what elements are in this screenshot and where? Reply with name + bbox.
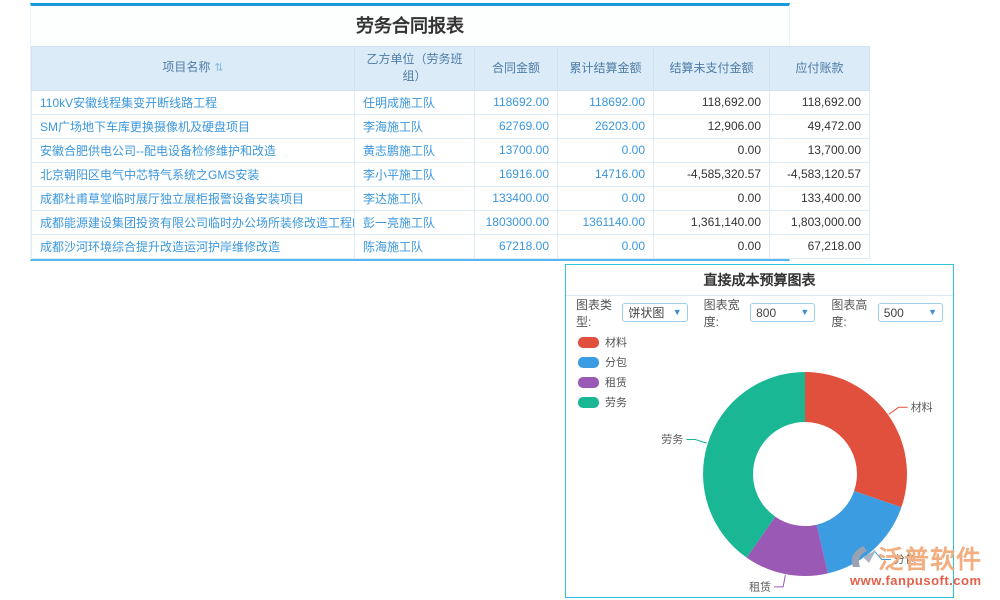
- payable-amount-cell: 1,803,000.00: [770, 210, 870, 234]
- unpaid-amount-cell: 0.00: [654, 138, 770, 162]
- team-link[interactable]: 任明成施工队: [355, 90, 475, 114]
- project-name-link[interactable]: 安徽合肥供电公司--配电设备检修维护和改造: [32, 138, 355, 162]
- payable-amount-cell: 49,472.00: [770, 114, 870, 138]
- watermark: 泛普软件 www.fanpusoft.com: [846, 540, 1000, 588]
- project-name-link[interactable]: SM广场地下车库更换摄像机及硬盘项目: [32, 114, 355, 138]
- payable-amount-cell: 13,700.00: [770, 138, 870, 162]
- unpaid-amount-cell: 1,361,140.00: [654, 210, 770, 234]
- unpaid-amount-cell: 0.00: [654, 234, 770, 258]
- settled-amount-cell[interactable]: 118692.00: [558, 90, 654, 114]
- pie-label-line: [686, 440, 706, 444]
- table-row: 成都能源建设集团投资有限公司临时办公场所装修改造工程EPC彭一亮施工队18030…: [32, 210, 870, 234]
- column-header-0[interactable]: 项目名称⇅: [32, 47, 355, 91]
- settled-amount-cell[interactable]: 0.00: [558, 186, 654, 210]
- payable-amount-cell: 118,692.00: [770, 90, 870, 114]
- pie-label-line: [889, 407, 908, 414]
- pie-label: 租赁: [749, 579, 771, 593]
- chevron-down-icon: ▼: [673, 308, 682, 317]
- contract-amount-cell[interactable]: 133400.00: [475, 186, 558, 210]
- table-row: SM广场地下车库更换摄像机及硬盘项目李海施工队62769.0026203.001…: [32, 114, 870, 138]
- chart-type-select[interactable]: 饼状图 ▼: [622, 303, 687, 322]
- project-name-link[interactable]: 成都能源建设集团投资有限公司临时办公场所装修改造工程EPC: [32, 210, 355, 234]
- chart-type-control: 图表类型: 饼状图 ▼: [576, 296, 688, 330]
- table-row: 110kV安徽线程集变开断线路工程任明成施工队118692.00118692.0…: [32, 90, 870, 114]
- team-link[interactable]: 陈海施工队: [355, 234, 475, 258]
- table-row: 成都杜甫草堂临时展厅独立展柜报警设备安装项目李达施工队133400.000.00…: [32, 186, 870, 210]
- project-name-link[interactable]: 成都沙河环境综合提升改造运河护岸维修改造: [32, 234, 355, 258]
- payable-amount-cell: 133,400.00: [770, 186, 870, 210]
- chart-title: 直接成本预算图表: [566, 265, 953, 296]
- labor-contract-report-panel: 劳务合同报表 项目名称⇅乙方单位（劳务班组）合同金额累计结算金额结算未支付金额应…: [30, 3, 790, 261]
- unpaid-amount-cell: 0.00: [654, 186, 770, 210]
- fanpu-logo-icon: [846, 542, 878, 575]
- settled-amount-cell[interactable]: 0.00: [558, 234, 654, 258]
- settled-amount-cell[interactable]: 14716.00: [558, 162, 654, 186]
- unpaid-amount-cell: -4,585,320.57: [654, 162, 770, 186]
- team-link[interactable]: 李小平施工队: [355, 162, 475, 186]
- report-header-row: 项目名称⇅乙方单位（劳务班组）合同金额累计结算金额结算未支付金额应付账款: [32, 47, 870, 91]
- pie-slice-0[interactable]: [805, 372, 907, 507]
- contract-amount-cell[interactable]: 67218.00: [475, 234, 558, 258]
- chart-height-label: 图表高度:: [831, 296, 872, 330]
- pie-label: 劳务: [661, 433, 683, 446]
- project-name-link[interactable]: 北京朝阳区电气中芯特气系统之GMS安装: [32, 162, 355, 186]
- watermark-url: www.fanpusoft.com: [850, 573, 1000, 588]
- column-header-1[interactable]: 乙方单位（劳务班组）: [355, 47, 475, 91]
- settled-amount-cell[interactable]: 1361140.00: [558, 210, 654, 234]
- pie-label-line: [774, 575, 785, 587]
- team-link[interactable]: 彭一亮施工队: [355, 210, 475, 234]
- chart-width-select[interactable]: 800 ▼: [750, 303, 815, 322]
- table-row: 安徽合肥供电公司--配电设备检修维护和改造黄志鹏施工队13700.000.000…: [32, 138, 870, 162]
- report-title: 劳务合同报表: [31, 6, 789, 46]
- contract-amount-cell[interactable]: 16916.00: [475, 162, 558, 186]
- project-name-link[interactable]: 成都杜甫草堂临时展厅独立展柜报警设备安装项目: [32, 186, 355, 210]
- chevron-down-icon: ▼: [928, 308, 937, 317]
- chart-width-label: 图表宽度:: [704, 296, 745, 330]
- chart-type-label: 图表类型:: [576, 296, 617, 330]
- project-name-link[interactable]: 110kV安徽线程集变开断线路工程: [32, 90, 355, 114]
- table-row: 北京朝阳区电气中芯特气系统之GMS安装李小平施工队16916.0014716.0…: [32, 162, 870, 186]
- settled-amount-cell[interactable]: 26203.00: [558, 114, 654, 138]
- contract-amount-cell[interactable]: 62769.00: [475, 114, 558, 138]
- pie-label: 材料: [911, 400, 933, 414]
- unpaid-amount-cell: 12,906.00: [654, 114, 770, 138]
- unpaid-amount-cell: 118,692.00: [654, 90, 770, 114]
- chart-width-control: 图表宽度: 800 ▼: [704, 296, 816, 330]
- sort-icon[interactable]: ⇅: [214, 62, 223, 74]
- chart-height-value: 500: [884, 306, 904, 320]
- contract-amount-cell[interactable]: 1803000.00: [475, 210, 558, 234]
- chart-width-value: 800: [756, 306, 776, 320]
- column-header-3[interactable]: 累计结算金额: [558, 47, 654, 91]
- report-table: 项目名称⇅乙方单位（劳务班组）合同金额累计结算金额结算未支付金额应付账款 110…: [31, 46, 870, 259]
- chart-type-value: 饼状图: [628, 304, 664, 321]
- chart-height-select[interactable]: 500 ▼: [878, 303, 943, 322]
- watermark-brand: 泛普软件: [878, 540, 982, 576]
- chevron-down-icon: ▼: [800, 308, 809, 317]
- settled-amount-cell[interactable]: 0.00: [558, 138, 654, 162]
- payable-amount-cell: -4,583,120.57: [770, 162, 870, 186]
- payable-amount-cell: 67,218.00: [770, 234, 870, 258]
- team-link[interactable]: 黄志鹏施工队: [355, 138, 475, 162]
- column-header-5[interactable]: 应付账款: [770, 47, 870, 91]
- column-header-4[interactable]: 结算未支付金额: [654, 47, 770, 91]
- chart-height-control: 图表高度: 500 ▼: [831, 296, 943, 330]
- column-header-2[interactable]: 合同金额: [475, 47, 558, 91]
- page: 劳务合同报表 项目名称⇅乙方单位（劳务班组）合同金额累计结算金额结算未支付金额应…: [0, 0, 1000, 600]
- team-link[interactable]: 李海施工队: [355, 114, 475, 138]
- contract-amount-cell[interactable]: 13700.00: [475, 138, 558, 162]
- team-link[interactable]: 李达施工队: [355, 186, 475, 210]
- contract-amount-cell[interactable]: 118692.00: [475, 90, 558, 114]
- chart-controls: 图表类型: 饼状图 ▼ 图表宽度: 800 ▼ 图表高度: 500 ▼: [566, 296, 953, 329]
- table-row: 成都沙河环境综合提升改造运河护岸维修改造陈海施工队67218.000.000.0…: [32, 234, 870, 258]
